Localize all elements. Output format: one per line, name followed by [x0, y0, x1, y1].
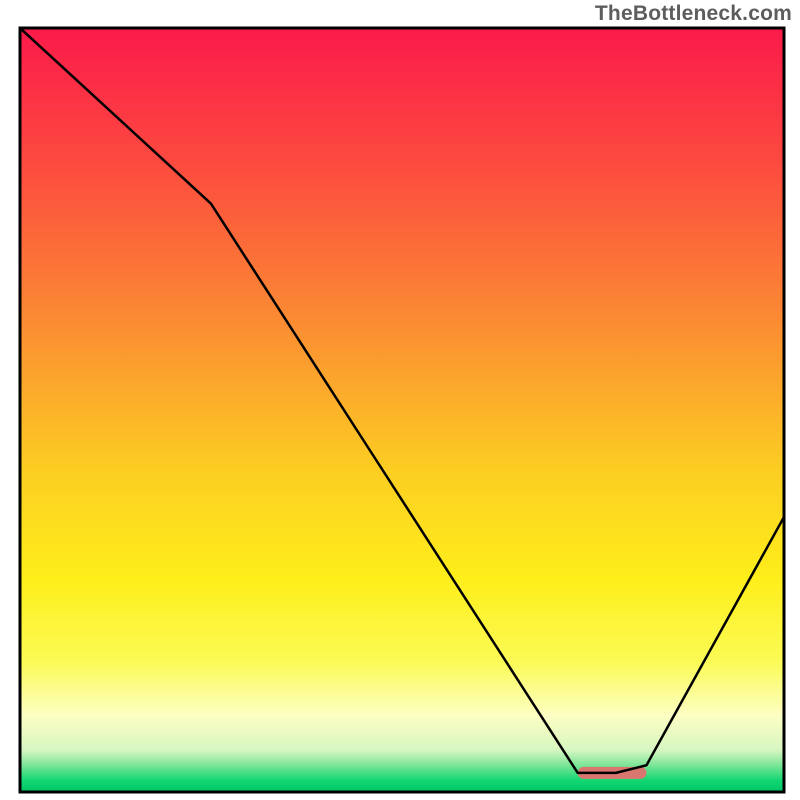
gradient-background: [20, 28, 784, 792]
bottleneck-chart: [0, 0, 800, 800]
